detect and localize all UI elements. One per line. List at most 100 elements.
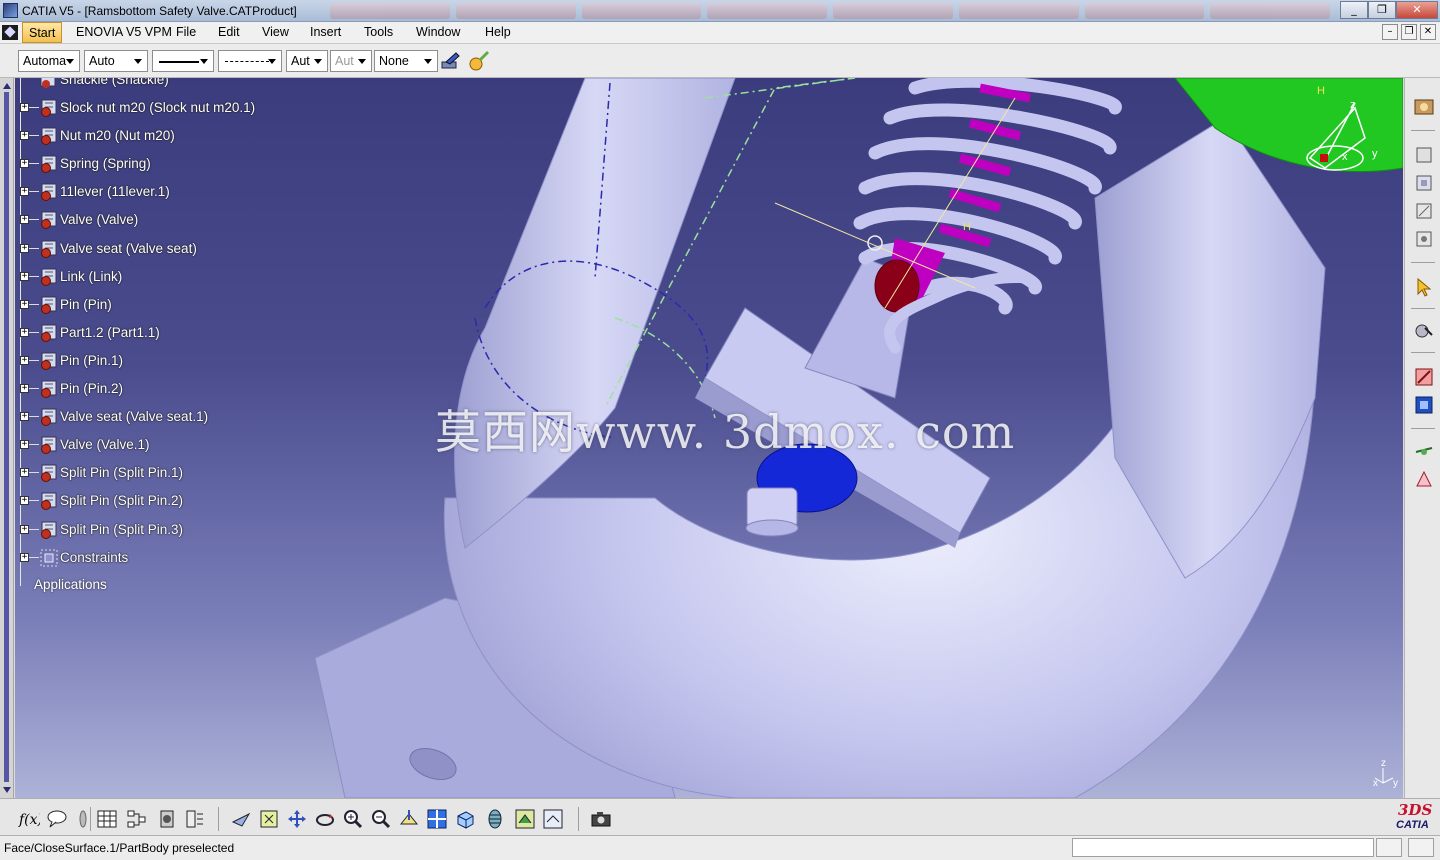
part-node-icon [39, 98, 59, 118]
zoom-out-icon[interactable] [370, 808, 392, 830]
triad-y-label: y [1393, 778, 1398, 789]
fly-mode-icon[interactable] [230, 808, 252, 830]
analysis-icon[interactable] [1413, 468, 1435, 490]
painter-icon[interactable] [440, 50, 462, 72]
select-arrow-icon[interactable] [1413, 276, 1435, 298]
zoom-in-icon[interactable] [342, 808, 364, 830]
graph-tree-icon[interactable] [126, 808, 148, 830]
fix-component-icon[interactable] [1413, 394, 1435, 416]
fill-color-combo[interactable]: Automa [18, 50, 80, 72]
rendering-style-combo[interactable]: None [374, 50, 438, 72]
catia-menu-logo-icon[interactable] [2, 25, 18, 40]
line-type-combo[interactable] [218, 50, 282, 72]
properties-wand-icon[interactable] [468, 50, 490, 72]
menu-bar: Start ENOVIA V5 VPM File Edit View Inser… [0, 22, 1440, 44]
shading-icon[interactable] [484, 808, 506, 830]
expand-icon[interactable]: + [20, 187, 29, 197]
menu-help[interactable]: Help [485, 25, 511, 39]
scroll-up-icon[interactable] [3, 83, 11, 89]
swap-visible-space-icon[interactable] [542, 808, 564, 830]
watermark-text: 莫西网www. 3dmox. com [435, 405, 1016, 459]
expand-icon[interactable]: + [20, 553, 29, 562]
expand-icon[interactable]: + [20, 327, 29, 337]
comment-icon[interactable] [46, 808, 68, 830]
specification-tree: Shackle (Shackle) + Slock nut m20 (Slock … [15, 78, 335, 798]
expand-icon[interactable]: + [20, 496, 29, 506]
expand-icon[interactable]: + [20, 412, 29, 422]
expand-icon[interactable]: + [20, 215, 29, 225]
capture-camera-icon[interactable] [590, 808, 612, 830]
menu-view[interactable]: View [262, 25, 289, 39]
part-node-icon [39, 407, 59, 427]
part-node-icon [39, 351, 59, 371]
minimize-button[interactable]: _ [1340, 1, 1368, 19]
new-product-icon[interactable] [1413, 228, 1435, 250]
multi-view-icon[interactable] [426, 808, 448, 830]
menu-tools[interactable]: Tools [364, 25, 393, 39]
doc-restore-button[interactable]: ❐ [1401, 24, 1417, 40]
scroll-track[interactable] [4, 92, 9, 782]
geometry-viewport[interactable]: H H z x y z x y Shackle (Shackle) + Slock… [15, 78, 1403, 798]
menu-insert[interactable]: Insert [310, 25, 341, 39]
line-thickness-combo[interactable] [152, 50, 214, 72]
manipulation-icon[interactable] [1413, 320, 1435, 342]
layer-combo: Aut [330, 50, 372, 72]
close-button[interactable]: ✕ [1396, 1, 1438, 19]
catia-brand-logo: 3DS CATIA [1396, 801, 1433, 831]
table-icon[interactable] [96, 808, 118, 830]
expand-icon[interactable]: + [20, 355, 29, 365]
workbench-icon[interactable] [1413, 96, 1435, 118]
menu-enovia[interactable]: ENOVIA V5 VPM [76, 25, 172, 39]
measure-icon[interactable] [1413, 440, 1435, 462]
transparency-combo[interactable]: Auto [84, 50, 148, 72]
expand-icon[interactable]: + [20, 103, 29, 112]
part-node-icon [39, 210, 59, 230]
pan-icon[interactable] [286, 808, 308, 830]
hide-show-icon[interactable] [514, 808, 536, 830]
menu-file[interactable]: File [176, 25, 196, 39]
expand-icon[interactable]: + [20, 131, 29, 141]
part-node-icon [39, 126, 59, 146]
doc-close-button[interactable]: ✕ [1420, 24, 1436, 40]
point-type-combo[interactable]: Aut [286, 50, 328, 72]
menu-edit[interactable]: Edit [218, 25, 240, 39]
tree-scroll-strip[interactable] [0, 78, 14, 798]
expand-icon[interactable]: + [20, 243, 29, 253]
part-node-icon [39, 463, 59, 483]
expand-icon[interactable]: + [20, 159, 29, 169]
expand-icon[interactable]: + [20, 299, 29, 309]
tree-item-applications[interactable]: Applications [34, 577, 107, 592]
fit-all-in-icon[interactable] [258, 808, 280, 830]
status-option-button[interactable] [1376, 838, 1402, 857]
part-node-icon [39, 379, 59, 399]
background-taskbar-tabs [330, 3, 1330, 19]
sketch-label-h2: H [1317, 85, 1325, 97]
iso-view-icon[interactable] [454, 808, 476, 830]
status-exit-button[interactable] [1408, 838, 1434, 857]
formula-icon[interactable]: f(x) [18, 808, 40, 830]
svg-text:f(x): f(x) [18, 812, 40, 828]
part-node-icon [39, 323, 59, 343]
part-node-icon [39, 154, 59, 174]
catalog-icon[interactable] [1413, 144, 1435, 166]
power-input-field[interactable] [1072, 838, 1374, 857]
restore-button[interactable]: ❐ [1368, 1, 1396, 19]
expand-icon[interactable]: + [20, 468, 29, 478]
expand-icon[interactable]: + [20, 524, 29, 534]
constraints-icon [39, 548, 59, 568]
expand-icon[interactable]: + [20, 440, 29, 450]
menu-start[interactable]: Start [22, 22, 63, 43]
scroll-down-icon[interactable] [3, 787, 11, 793]
expand-icon[interactable]: + [20, 271, 29, 281]
bill-of-material-icon[interactable] [156, 808, 178, 830]
menu-window[interactable]: Window [416, 25, 460, 39]
new-part-icon[interactable] [1413, 200, 1435, 222]
triad-x-label: x [1373, 778, 1378, 789]
constraint-icon[interactable] [1413, 366, 1435, 388]
normal-view-icon[interactable] [398, 808, 420, 830]
generate-numbering-icon[interactable] [184, 808, 206, 830]
rotate-icon[interactable] [314, 808, 336, 830]
doc-minimize-button[interactable]: – [1382, 24, 1398, 40]
expand-icon[interactable]: + [20, 384, 29, 393]
existing-component-icon[interactable] [1413, 172, 1435, 194]
